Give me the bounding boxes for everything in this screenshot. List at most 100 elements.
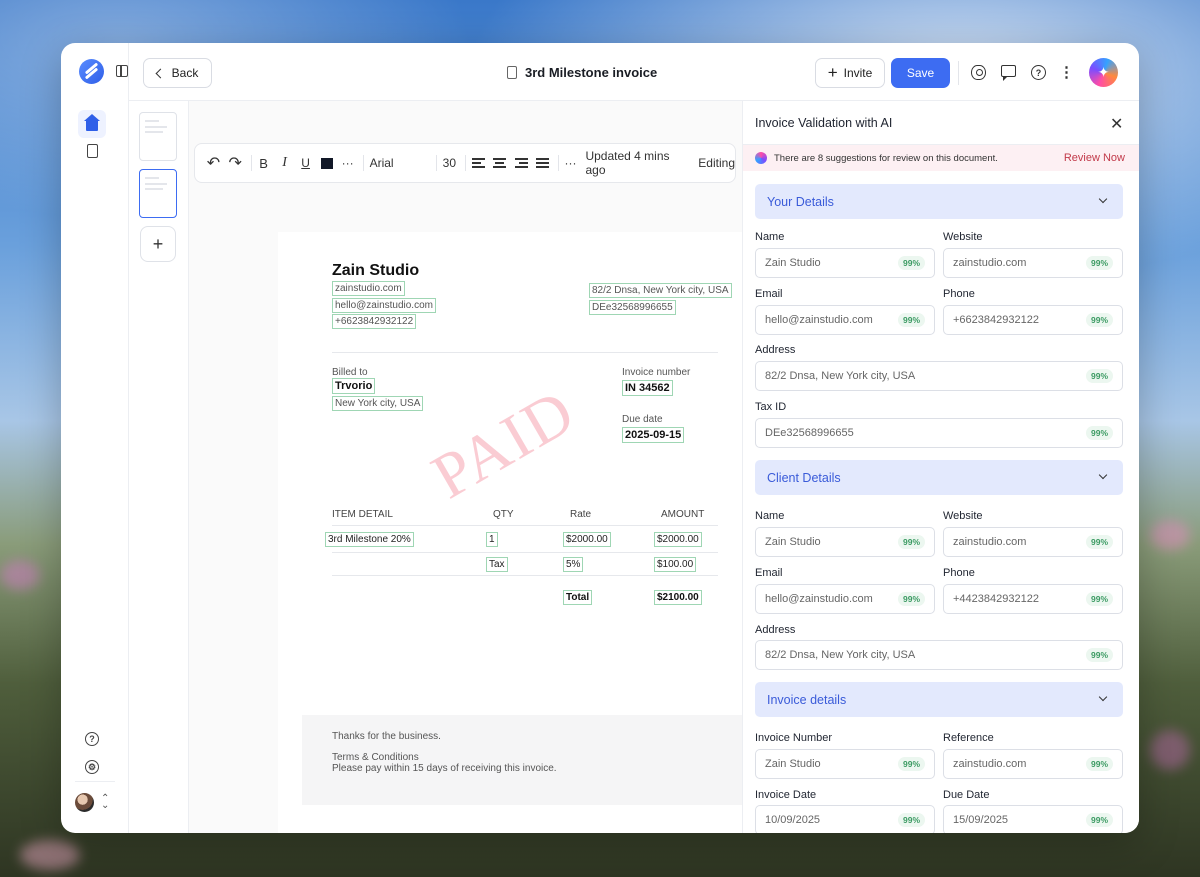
company-address[interactable]: 82/2 Dnsa, New York city, USA [589,283,732,298]
your-website-field[interactable]: zainstudio.com 99% [943,248,1123,278]
invoice-date-field[interactable]: 10/09/2025 99% [755,805,935,833]
terms-text[interactable]: Please pay within 15 days of receiving t… [332,763,557,774]
terms-title[interactable]: Terms & Conditions [332,752,419,763]
italic-button[interactable]: I [279,155,291,171]
confidence-badge: 99% [1085,535,1113,549]
website-label: Website [943,231,983,243]
due-date-field[interactable]: 15/09/2025 99% [943,805,1123,833]
confidence-badge: 99% [1085,757,1113,771]
font-select[interactable]: Arial [370,156,427,170]
field-value: hello@zainstudio.com [765,593,873,605]
more-format-button[interactable]: ··· [342,156,354,170]
client-name[interactable]: Trvorio [332,378,376,394]
tax-rate[interactable]: 5% [563,557,584,572]
gear-icon: ⚙ [85,760,99,774]
total-label[interactable]: Total [563,590,593,605]
total-amount[interactable]: $2100.00 [654,590,702,605]
documents-button[interactable] [78,137,106,165]
invoice-number-field[interactable]: Zain Studio 99% [755,749,935,779]
section-title: Invoice details [767,692,847,707]
client-email-field[interactable]: hello@zainstudio.com 99% [755,584,935,614]
your-email-field[interactable]: hello@zainstudio.com 99% [755,305,935,335]
client-website-field[interactable]: zainstudio.com 99% [943,527,1123,557]
document-icon [86,144,98,158]
preview-eye-icon[interactable] [971,65,986,80]
confidence-badge: 99% [1085,648,1113,662]
your-name-field[interactable]: Zain Studio 99% [755,248,935,278]
client-address-field[interactable]: 82/2 Dnsa, New York city, USA 99% [755,640,1123,670]
page-thumbnail[interactable] [139,169,177,218]
bold-button[interactable]: B [258,156,270,171]
more-vertical-icon[interactable]: ⋮ [1059,65,1074,80]
chevron-left-icon [155,68,166,78]
background-flower [1150,520,1190,550]
line-item-detail[interactable]: 3rd Milestone 20% [325,532,414,547]
company-tax-id[interactable]: DEe32568996655 [589,300,676,315]
field-value: Zain Studio [765,257,821,269]
invoice-page: Zain Studio zainstudio.com hello@zainstu… [278,232,773,833]
thanks-note[interactable]: Thanks for the business. [332,731,441,742]
client-city[interactable]: New York city, USA [332,396,424,411]
ai-assistant-icon[interactable]: ✦ [1089,58,1118,87]
field-value: zainstudio.com [953,257,1027,269]
underline-button[interactable]: U [300,156,312,170]
help-button[interactable]: ? [78,725,106,753]
due-date-label: Due date [622,414,663,425]
your-tax-id-field[interactable]: DEe32568996655 99% [755,418,1123,448]
align-center-icon[interactable] [493,158,507,168]
close-icon[interactable]: ✕ [1110,114,1123,134]
help-icon[interactable]: ? [1031,65,1046,80]
reference-field[interactable]: zainstudio.com 99% [943,749,1123,779]
text-color-swatch[interactable] [320,157,333,169]
undo-icon[interactable]: ↶ [207,153,220,173]
page-thumbnails: + [129,101,189,833]
confidence-badge: 99% [1085,256,1113,270]
align-left-icon[interactable] [471,158,485,168]
font-size-select[interactable]: 30 [443,156,456,170]
editing-mode[interactable]: Editing [698,156,735,170]
document-title: 3rd Milestone invoice [507,65,657,80]
your-details-header[interactable]: Your Details [755,184,1123,219]
company-phone[interactable]: +6623842932122 [332,314,417,329]
save-button[interactable]: Save [891,58,950,88]
line-item-amount[interactable]: $2000.00 [654,532,702,547]
client-phone-field[interactable]: +4423842932122 99% [943,584,1123,614]
line-item-qty[interactable]: 1 [486,532,498,547]
tax-label[interactable]: Tax [486,557,508,572]
client-details-header[interactable]: Client Details [755,460,1123,495]
company-website[interactable]: zainstudio.com [332,281,405,296]
sidebar-toggle-icon[interactable] [116,65,128,77]
field-value: DEe32568996655 [765,427,854,439]
line-item-rate[interactable]: $2000.00 [563,532,611,547]
client-name-field[interactable]: Zain Studio 99% [755,527,935,557]
add-page-button[interactable]: + [140,226,176,262]
more-options-button[interactable]: ··· [564,156,576,170]
invoice-number[interactable]: IN 34562 [622,380,673,396]
redo-icon[interactable]: ↷ [229,153,242,173]
user-avatar[interactable] [75,793,94,812]
align-justify-icon[interactable] [536,158,550,168]
account-switch-icon[interactable]: ⌃ ⌄ [101,794,109,811]
invite-button[interactable]: + Invite [815,58,885,88]
your-phone-field[interactable]: +6623842932122 99% [943,305,1123,335]
home-button[interactable] [78,110,106,138]
invoice-date-label: Invoice Date [755,789,817,801]
invoice-details-header[interactable]: Invoice details [755,682,1123,717]
section-title: Client Details [767,470,841,485]
align-right-icon[interactable] [514,158,528,168]
divider [332,352,718,353]
toolbar-divider [436,155,437,171]
confidence-badge: 99% [1085,426,1113,440]
settings-button[interactable]: ⚙ [78,753,106,781]
back-button[interactable]: Back [143,58,212,88]
company-name[interactable]: Zain Studio [332,262,419,280]
tax-amount[interactable]: $100.00 [654,557,697,572]
review-now-link[interactable]: Review Now [1064,152,1125,164]
your-address-field[interactable]: 82/2 Dnsa, New York city, USA 99% [755,361,1123,391]
due-date[interactable]: 2025-09-15 [622,427,685,443]
background-flower [20,840,80,870]
comment-icon[interactable] [1001,65,1016,81]
page-thumbnail[interactable] [139,112,177,161]
company-email[interactable]: hello@zainstudio.com [332,298,436,313]
name-label: Name [755,510,785,522]
